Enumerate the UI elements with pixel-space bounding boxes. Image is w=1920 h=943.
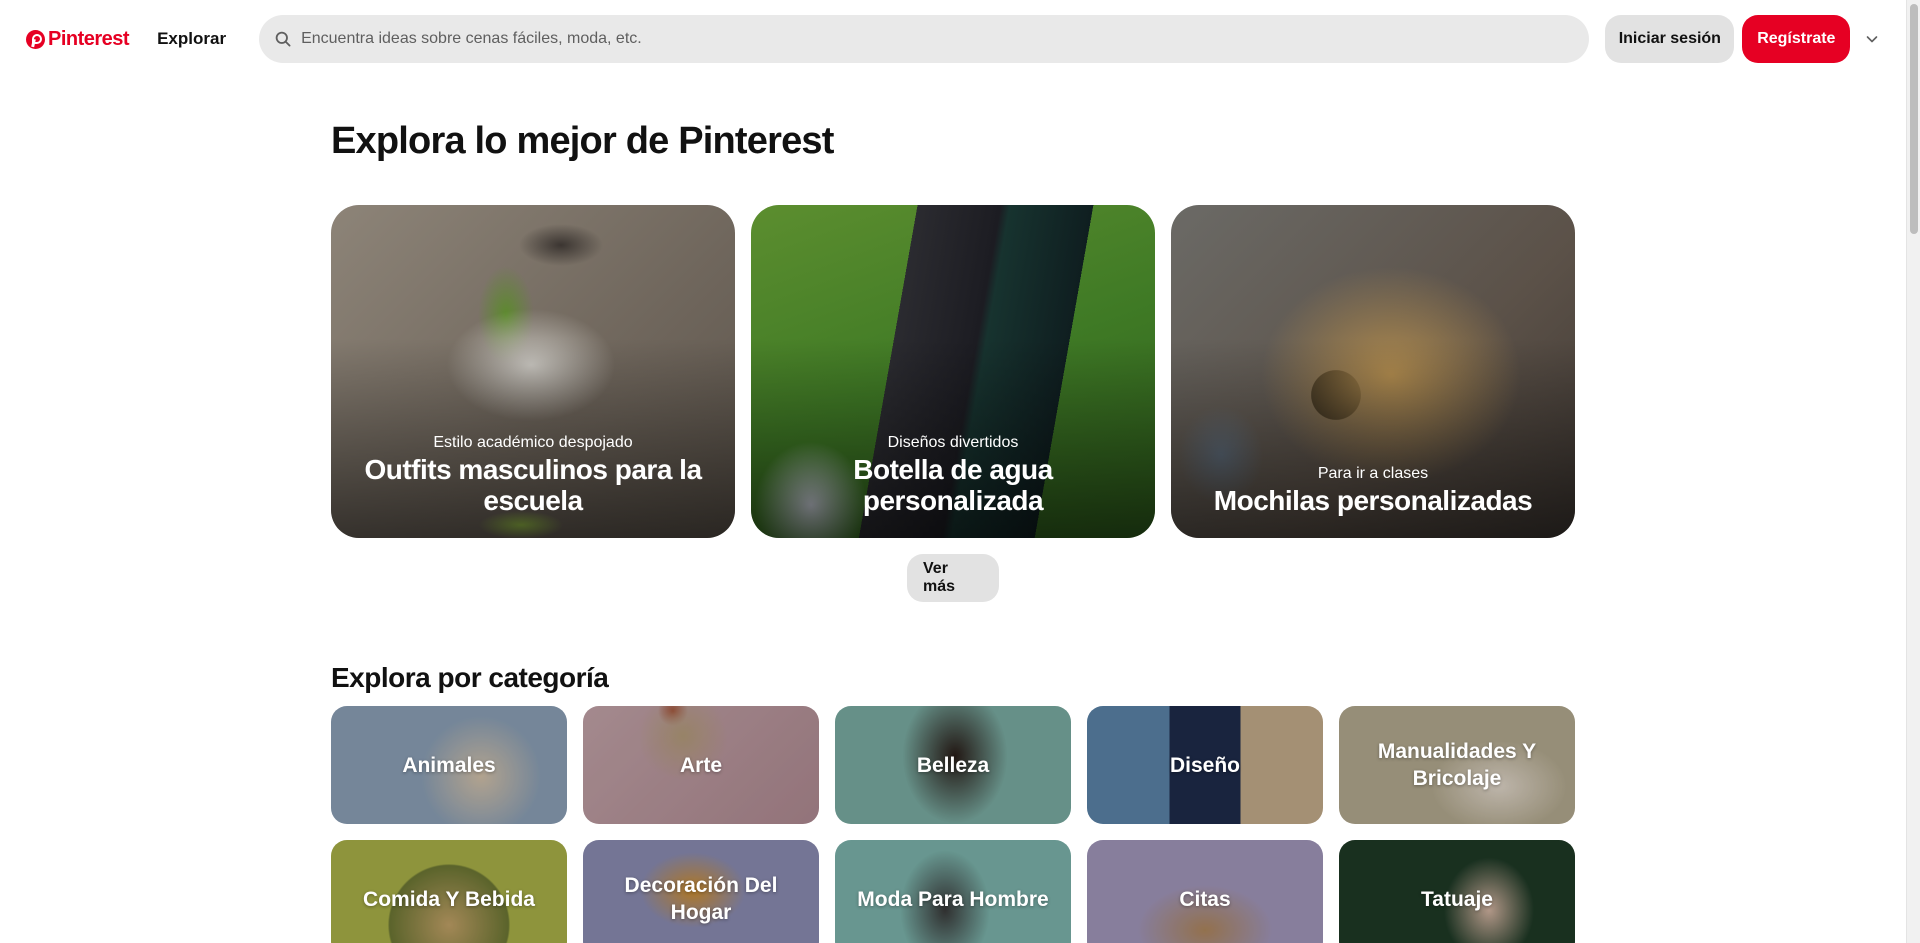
more-wrap: Ver más — [331, 554, 1575, 602]
category-card-belleza[interactable]: Belleza — [835, 706, 1071, 824]
featured-card[interactable]: Estilo académico despojado Outfits mascu… — [331, 205, 735, 538]
category-label: Decoración Del Hogar — [624, 874, 778, 924]
category-card-decoracion[interactable]: Decoración Del Hogar — [583, 840, 819, 943]
see-more-button[interactable]: Ver más — [907, 554, 999, 602]
category-label: Animales — [402, 753, 496, 777]
pinterest-logo-icon — [26, 29, 45, 49]
categories-title: Explora por categoría — [331, 662, 609, 693]
featured-card[interactable]: Para ir a clases Mochilas personalizadas — [1171, 205, 1575, 538]
login-button[interactable]: Iniciar sesión — [1605, 15, 1735, 63]
category-label: Comida Y Bebida — [363, 887, 535, 911]
logo-text: Pinterest — [48, 27, 130, 50]
category-label: Moda Para Hombre — [857, 887, 1049, 911]
featured-title: Botella de agua personalizada — [853, 454, 1053, 516]
featured-subtitle: Diseños divertidos — [887, 434, 1019, 451]
featured-title: Mochilas personalizadas — [1213, 485, 1533, 516]
featured-row: Estilo académico despojado Outfits mascu… — [331, 205, 1575, 538]
chevron-down-icon[interactable] — [1860, 27, 1884, 51]
featured-card-text: Para ir a clases Mochilas personalizadas — [1171, 465, 1575, 516]
category-label: Tatuaje — [1421, 887, 1493, 911]
featured-subtitle: Para ir a clases — [1317, 465, 1429, 482]
category-grid: Animales Arte Belleza Diseño Manualidade… — [331, 706, 1575, 943]
page-title: Explora lo mejor de Pinterest — [331, 120, 834, 162]
category-card-animales[interactable]: Animales — [331, 706, 567, 824]
search-bar[interactable] — [259, 15, 1590, 63]
nav-explore-link[interactable]: Explorar — [157, 29, 226, 49]
main-content: Explora lo mejor de Pinterest Estilo aca… — [331, 78, 1575, 943]
featured-card-text: Estilo académico despojado Outfits mascu… — [331, 434, 735, 516]
top-header: Pinterest Explorar Iniciar sesión Regíst… — [0, 0, 1906, 78]
category-card-manualidades[interactable]: Manualidades Y Bricolaje — [1339, 706, 1575, 824]
search-icon — [275, 31, 291, 47]
search-input[interactable] — [301, 30, 1582, 48]
category-card-tatuaje[interactable]: Tatuaje — [1339, 840, 1575, 943]
category-label: Manualidades Y Bricolaje — [1377, 740, 1537, 790]
category-label: Diseño — [1169, 753, 1240, 777]
featured-subtitle: Estilo académico despojado — [433, 434, 633, 451]
category-card-comida[interactable]: Comida Y Bebida — [331, 840, 567, 943]
category-card-citas[interactable]: Citas — [1087, 840, 1323, 943]
signup-button[interactable]: Regístrate — [1742, 15, 1851, 63]
category-card-moda-hombre[interactable]: Moda Para Hombre — [835, 840, 1071, 943]
pinterest-logo[interactable]: Pinterest — [26, 27, 130, 51]
featured-card-text: Diseños divertidos Botella de agua perso… — [751, 434, 1155, 516]
category-label: Citas — [1179, 887, 1231, 911]
scroll-thumb[interactable] — [1910, 4, 1918, 234]
category-card-diseno[interactable]: Diseño — [1087, 706, 1323, 824]
category-card-arte[interactable]: Arte — [583, 706, 819, 824]
page-scrollbar[interactable] — [1906, 0, 1920, 943]
category-label: Arte — [679, 753, 722, 777]
featured-card[interactable]: Diseños divertidos Botella de agua perso… — [751, 205, 1155, 538]
category-label: Belleza — [916, 753, 990, 777]
featured-title: Outfits masculinos para la escuela — [364, 454, 702, 516]
